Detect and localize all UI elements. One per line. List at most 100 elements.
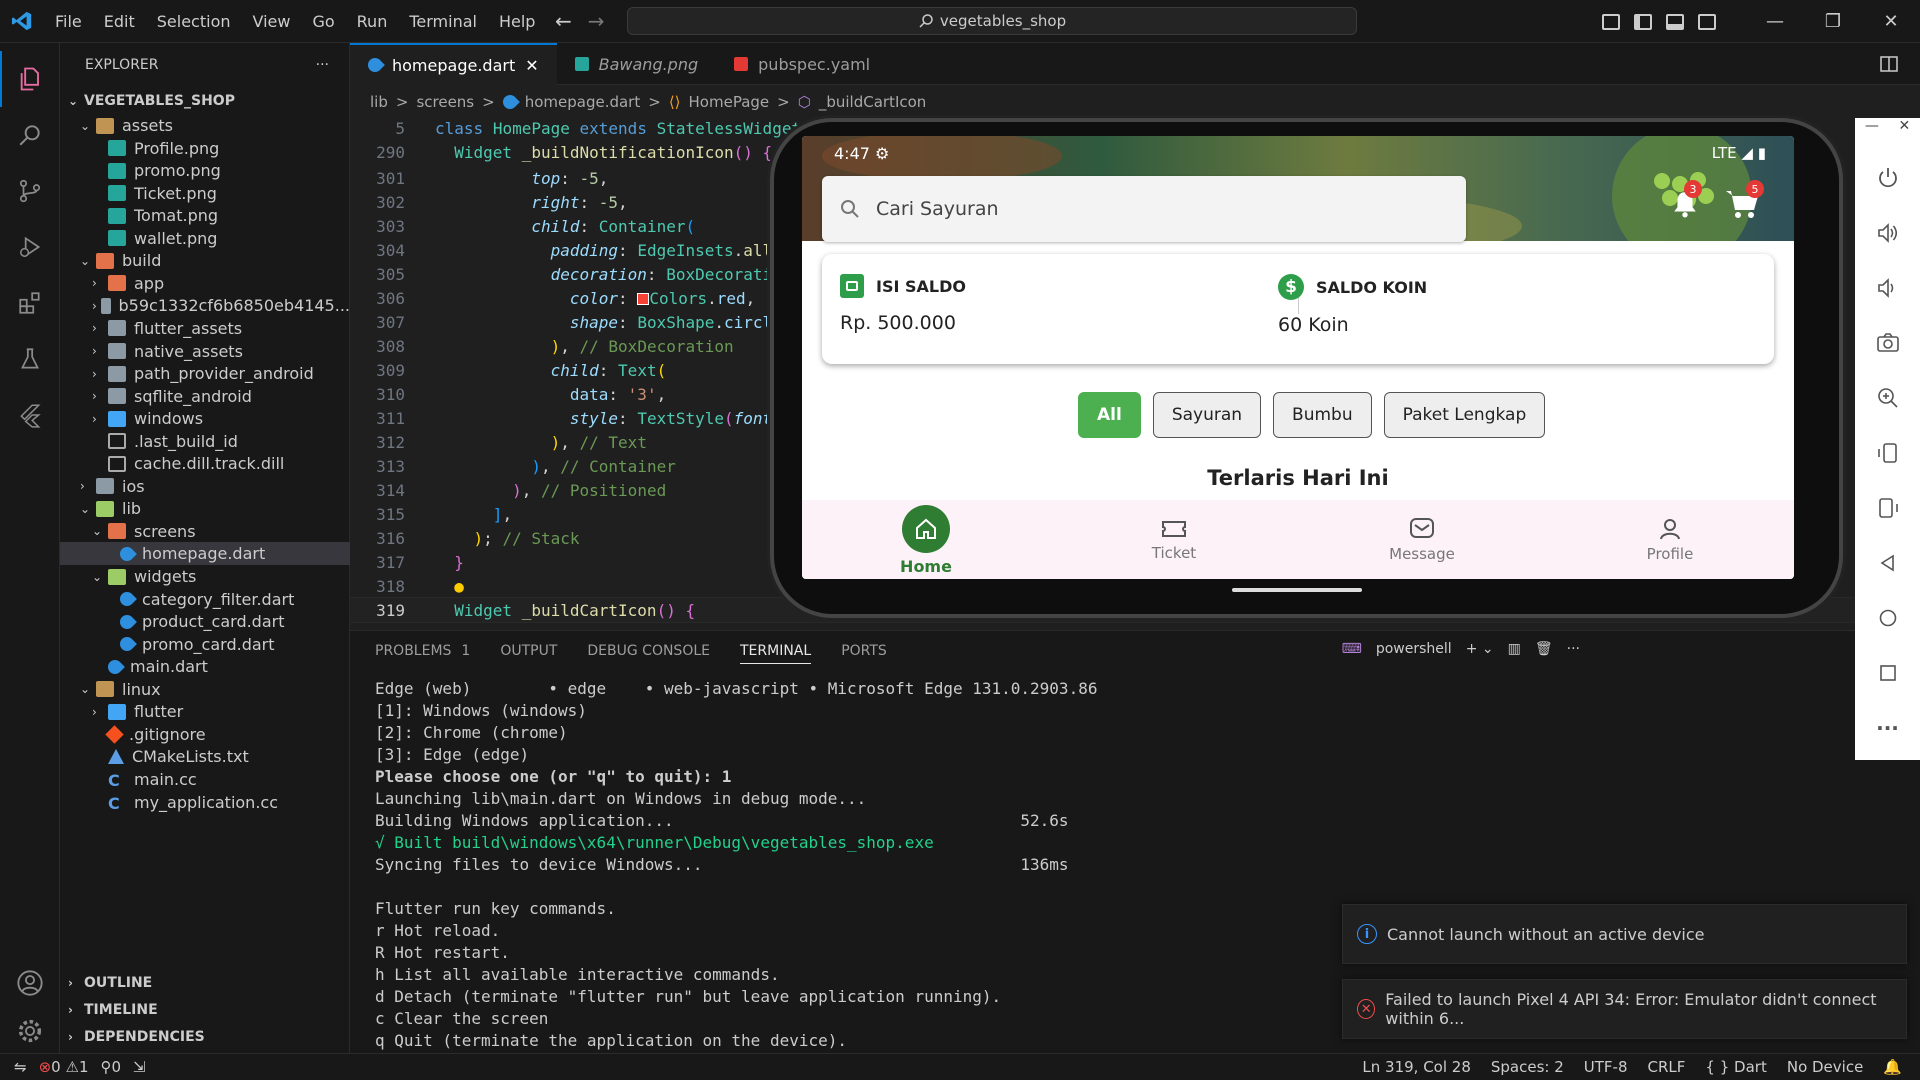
device-selector[interactable]: No Device: [1787, 1058, 1863, 1076]
tree-file[interactable]: .gitignore: [60, 723, 350, 746]
minimize-icon[interactable]: —: [1865, 118, 1879, 138]
nav-home[interactable]: Home: [802, 500, 1050, 579]
tree-folder[interactable]: ⌄ assets: [60, 114, 350, 137]
breadcrumb-screens[interactable]: screens: [416, 93, 474, 111]
notification-toast-info[interactable]: i Cannot launch without an active device: [1342, 904, 1907, 964]
dependencies-section[interactable]: › DEPENDENCIES: [60, 1023, 350, 1050]
chip-bumbu[interactable]: Bumbu: [1273, 392, 1372, 438]
forward-arrow-icon[interactable]: →: [588, 9, 605, 33]
tab-pubspec-yaml[interactable]: pubspec.yaml: [716, 43, 888, 85]
camera-icon[interactable]: [1855, 323, 1920, 363]
rotate-left-icon[interactable]: [1855, 433, 1920, 473]
tree-folder[interactable]: › native_assets: [60, 340, 350, 363]
tree-file[interactable]: Tomat.png: [60, 204, 350, 227]
kill-terminal-icon[interactable]: 🗑: [1535, 641, 1553, 657]
tree-file[interactable]: Cmain.cc: [60, 768, 350, 791]
tree-folder[interactable]: › ios: [60, 475, 350, 498]
timeline-section[interactable]: › TIMELINE: [60, 996, 350, 1023]
volume-down-icon[interactable]: [1855, 268, 1920, 308]
tree-file[interactable]: wallet.png: [60, 227, 350, 250]
tree-folder[interactable]: › flutter_assets: [60, 317, 350, 340]
notification-bell-icon[interactable]: 3: [1672, 180, 1702, 222]
menu-edit[interactable]: Edit: [93, 12, 146, 31]
menu-run[interactable]: Run: [346, 12, 399, 31]
outline-section[interactable]: › OUTLINE: [60, 969, 350, 996]
tree-folder[interactable]: › flutter: [60, 700, 350, 723]
close-icon[interactable]: ✕: [1898, 118, 1910, 138]
problems-indicator[interactable]: ⊗0 ⚠1: [39, 1058, 89, 1076]
app-search-bar[interactable]: Cari Sayuran: [822, 176, 1466, 242]
tree-file[interactable]: .last_build_id: [60, 430, 350, 453]
tree-file[interactable]: Profile.png: [60, 137, 350, 160]
tree-file[interactable]: category_filter.dart: [60, 588, 350, 611]
more-actions-icon[interactable]: ···: [316, 57, 329, 73]
split-editor-icon[interactable]: [1880, 55, 1898, 77]
shell-name[interactable]: powershell: [1376, 641, 1452, 657]
encoding[interactable]: UTF-8: [1584, 1058, 1628, 1076]
tree-folder[interactable]: › sqflite_android: [60, 385, 350, 408]
customize-layout-icon[interactable]: [1602, 13, 1620, 30]
overview-icon[interactable]: [1855, 653, 1920, 693]
home-circle-icon[interactable]: [1855, 598, 1920, 638]
indentation[interactable]: Spaces: 2: [1491, 1058, 1564, 1076]
zoom-icon[interactable]: [1855, 378, 1920, 418]
search-icon[interactable]: [0, 107, 60, 163]
tree-file[interactable]: cache.dill.track.dill: [60, 452, 350, 475]
isi-saldo-section[interactable]: ISI SALDO Rp. 500.000: [840, 274, 966, 334]
tree-file[interactable]: CMakeLists.txt: [60, 745, 350, 768]
breadcrumb-class[interactable]: HomePage: [689, 93, 770, 111]
toggle-secondary-sidebar-icon[interactable]: [1698, 13, 1716, 30]
cursor-position[interactable]: Ln 319, Col 28: [1362, 1058, 1470, 1076]
more-actions-icon[interactable]: ···: [1567, 641, 1580, 657]
tree-folder[interactable]: › app: [60, 272, 350, 295]
lightbulb-icon[interactable]: ●: [454, 577, 464, 596]
back-icon[interactable]: [1855, 543, 1920, 583]
close-window-icon[interactable]: ✕: [1862, 11, 1920, 32]
tree-folder[interactable]: ⌄ lib: [60, 497, 350, 520]
language-mode[interactable]: { } Dart: [1705, 1058, 1766, 1076]
menu-terminal[interactable]: Terminal: [398, 12, 488, 31]
rotate-right-icon[interactable]: [1855, 488, 1920, 528]
power-icon[interactable]: [1855, 158, 1920, 198]
panel-tab-debug-console[interactable]: DEBUG CONSOLE: [587, 643, 710, 659]
new-terminal-icon[interactable]: + ⌄: [1466, 641, 1494, 657]
line-ending[interactable]: CRLF: [1648, 1058, 1686, 1076]
restore-icon[interactable]: ❐: [1804, 11, 1862, 32]
chip-all[interactable]: All: [1078, 392, 1141, 438]
chip-paket-lengkap[interactable]: Paket Lengkap: [1383, 392, 1546, 438]
panel-tab-output[interactable]: OUTPUT: [500, 643, 557, 659]
saldo-koin-section[interactable]: $ SALDO KOIN 60 Koin: [1278, 274, 1427, 336]
back-arrow-icon[interactable]: ←: [555, 9, 572, 33]
breadcrumb-method[interactable]: _buildCartIcon: [819, 93, 926, 111]
more-options-icon[interactable]: ···: [1855, 708, 1920, 748]
tree-folder[interactable]: ⌄ widgets: [60, 565, 350, 588]
volume-up-icon[interactable]: [1855, 213, 1920, 253]
ports-indicator[interactable]: ⚲0: [100, 1058, 121, 1076]
breadcrumb-lib[interactable]: lib: [370, 93, 388, 111]
testing-icon[interactable]: [0, 331, 60, 387]
run-flutter-icon[interactable]: ⇲: [133, 1058, 146, 1076]
tab-bawang-png[interactable]: Bawang.png: [557, 43, 717, 85]
menu-help[interactable]: Help: [488, 12, 546, 31]
notification-toast-error[interactable]: ✕ Failed to launch Pixel 4 API 34: Error…: [1342, 979, 1907, 1039]
menu-view[interactable]: View: [242, 12, 302, 31]
settings-gear-icon[interactable]: [0, 1003, 60, 1059]
flutter-icon[interactable]: [0, 387, 60, 443]
toggle-sidebar-icon[interactable]: [1634, 13, 1652, 30]
command-center-search[interactable]: vegetables_shop: [627, 7, 1357, 35]
breadcrumb-file[interactable]: homepage.dart: [525, 93, 641, 111]
remote-icon[interactable]: ⇋: [14, 1058, 27, 1076]
run-debug-icon[interactable]: [0, 219, 60, 275]
panel-tab-ports[interactable]: PORTS: [841, 643, 887, 659]
nav-message[interactable]: Message: [1298, 500, 1546, 579]
nav-ticket[interactable]: Ticket: [1050, 500, 1298, 579]
gesture-bar[interactable]: [1232, 588, 1362, 592]
tab-homepage-dart[interactable]: homepage.dart ✕: [350, 43, 557, 85]
tree-file[interactable]: Ticket.png: [60, 182, 350, 205]
explorer-icon[interactable]: [0, 51, 60, 107]
tree-folder[interactable]: › windows: [60, 407, 350, 430]
menu-selection[interactable]: Selection: [146, 12, 242, 31]
notifications-bell-icon[interactable]: 🔔: [1883, 1058, 1902, 1076]
tree-folder[interactable]: ⌄ linux: [60, 678, 350, 701]
panel-tab-terminal[interactable]: TERMINAL: [740, 643, 812, 664]
